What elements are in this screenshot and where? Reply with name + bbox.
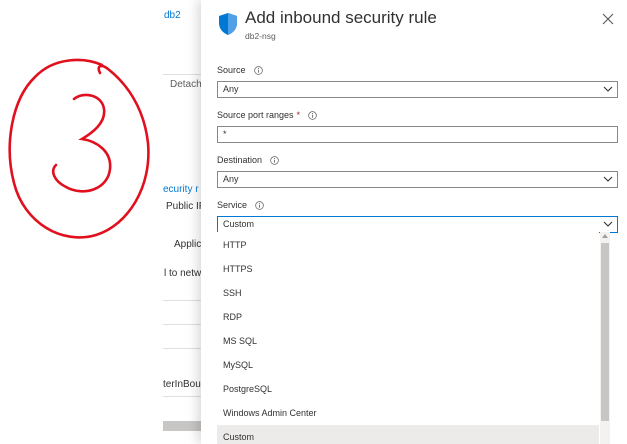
divider xyxy=(163,300,203,301)
divider xyxy=(163,324,203,325)
chevron-down-icon xyxy=(603,176,613,182)
horizontal-scrollbar[interactable] xyxy=(163,421,203,431)
required-marker: * xyxy=(296,110,301,120)
source-dropdown[interactable]: Any xyxy=(217,81,618,98)
info-icon[interactable] xyxy=(308,110,317,120)
service-option[interactable]: SSH xyxy=(217,281,599,305)
shield-icon xyxy=(219,13,237,35)
detach-button[interactable]: Detach xyxy=(170,79,202,90)
service-option[interactable]: HTTPS xyxy=(217,257,599,281)
add-inbound-rule-panel: Add inbound security rule db2-nsg Source… xyxy=(201,0,627,444)
info-icon[interactable] xyxy=(270,155,279,165)
destination-value: Any xyxy=(223,174,239,184)
service-option[interactable]: HTTP xyxy=(217,233,599,257)
info-icon[interactable] xyxy=(255,200,264,210)
source-ports-label: Source port ranges * xyxy=(217,110,317,120)
security-rules-link[interactable]: ecurity r xyxy=(163,184,199,195)
service-label: Service xyxy=(217,200,264,210)
divider xyxy=(163,348,203,349)
info-icon[interactable] xyxy=(253,65,263,75)
source-value: Any xyxy=(223,84,239,94)
circled-number-annotation xyxy=(8,58,150,239)
source-ports-label-text: Source port ranges xyxy=(217,110,294,120)
chevron-down-icon xyxy=(603,221,613,227)
background-page: db2 Detach ecurity r Public IP Applic l … xyxy=(0,0,209,444)
chevron-down-icon xyxy=(603,86,613,92)
service-option[interactable]: MS SQL xyxy=(217,329,599,353)
destination-label-text: Destination xyxy=(217,155,263,165)
destination-dropdown[interactable]: Any xyxy=(217,171,618,188)
destination-label: Destination xyxy=(217,155,279,165)
source-ports-value: * xyxy=(223,129,227,139)
resource-link[interactable]: db2 xyxy=(164,10,181,21)
service-options-list: HTTP HTTPS SSH RDP MS SQL MySQL PostgreS… xyxy=(217,232,599,444)
scroll-up-arrow-icon[interactable] xyxy=(602,234,608,238)
panel-subtitle: db2-nsg xyxy=(245,31,276,41)
panel-title: Add inbound security rule xyxy=(245,8,437,27)
network-text: l to netw xyxy=(164,268,202,279)
public-ip-label: Public IP xyxy=(166,201,206,212)
dropdown-scroll-thumb[interactable] xyxy=(601,243,609,421)
service-option[interactable]: MySQL xyxy=(217,353,599,377)
service-option[interactable]: PostgreSQL xyxy=(217,377,599,401)
service-option[interactable]: Windows Admin Center xyxy=(217,401,599,425)
source-label-text: Source xyxy=(217,65,246,75)
close-icon[interactable] xyxy=(601,12,615,26)
service-option-selected[interactable]: Custom xyxy=(217,425,599,444)
service-dropdown[interactable]: Custom xyxy=(217,216,618,233)
application-label: Applic xyxy=(174,239,202,250)
divider xyxy=(163,396,203,397)
source-ports-input[interactable]: * xyxy=(217,126,618,143)
service-value: Custom xyxy=(223,219,255,229)
service-label-text: Service xyxy=(217,200,248,210)
source-label: Source xyxy=(217,65,263,75)
divider xyxy=(163,74,203,75)
service-option[interactable]: RDP xyxy=(217,305,599,329)
